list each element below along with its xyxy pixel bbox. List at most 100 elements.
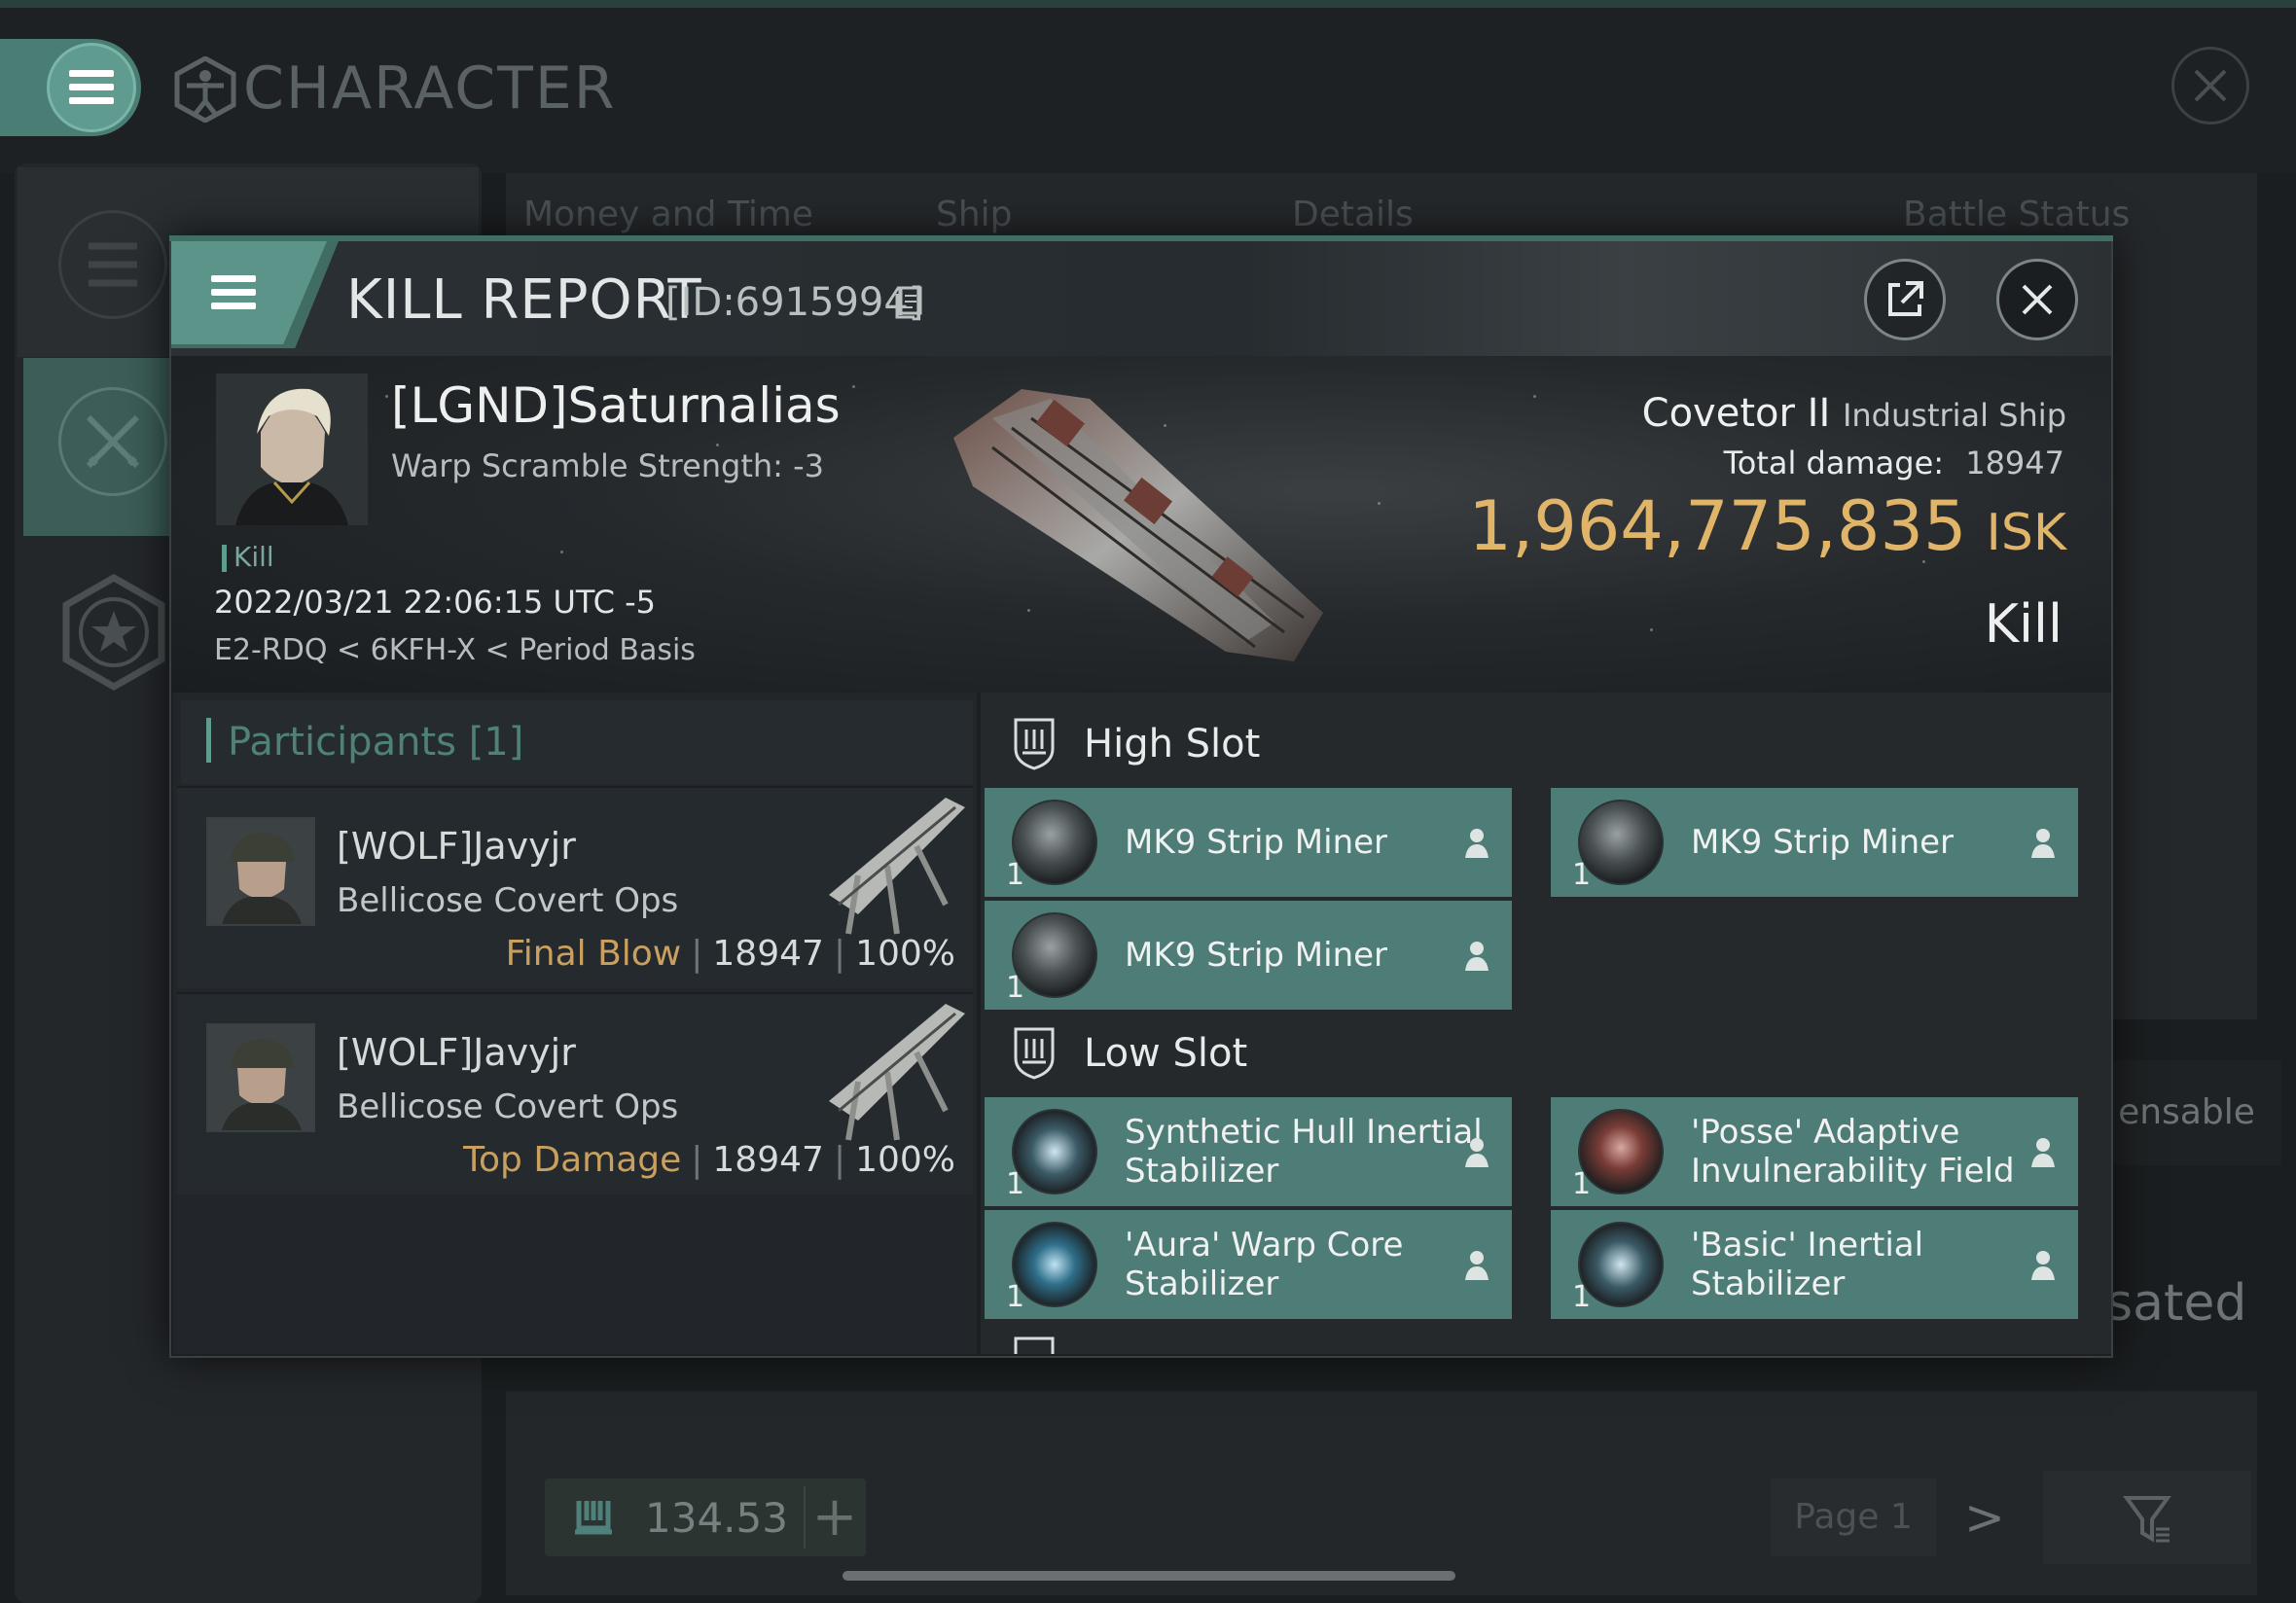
module-quantity: 1: [1572, 1167, 1592, 1201]
star-badge-icon[interactable]: [60, 574, 167, 691]
main-menu-button[interactable]: [47, 43, 136, 132]
module-quantity: 1: [1572, 858, 1592, 892]
rail-item-list[interactable]: [58, 210, 167, 319]
add-button[interactable]: +: [804, 1486, 864, 1549]
hamburger-icon: [211, 275, 256, 310]
participant-percent: 100%: [855, 934, 955, 974]
module-name-line2: Stabilizer: [1125, 1265, 1279, 1303]
module-name: MK9 Strip Miner: [1125, 936, 1388, 975]
close-icon: [2194, 69, 2227, 102]
module-name: 'Aura' Warp Core: [1125, 1226, 1404, 1265]
participant-role: Top Damage: [463, 1140, 682, 1180]
fleet-icon: [575, 1501, 612, 1535]
page-indicator: Page 1: [1771, 1478, 1936, 1556]
low-slot-label: Low Slot: [1084, 1031, 1248, 1076]
copy-icon[interactable]: [895, 286, 922, 319]
module-item[interactable]: 1 MK9 Strip Miner: [985, 901, 1512, 1010]
module-quantity: 1: [1006, 858, 1025, 892]
module-item[interactable]: 1 MK9 Strip Miner: [1551, 788, 2078, 897]
module-quantity: 1: [1006, 1167, 1025, 1201]
participant-row[interactable]: [WOLF]Javyjr Bellicose Covert Ops Final …: [177, 786, 973, 988]
person-icon: [2031, 1138, 2055, 1167]
total-damage-label: Total damage:: [1723, 445, 1945, 481]
ship-name[interactable]: Covetor II: [1642, 391, 1831, 436]
person-icon: [1465, 942, 1489, 971]
kill-result: Kill: [1984, 593, 2063, 655]
participants-title: Participants [1]: [228, 720, 523, 765]
strip-miner-icon: [1578, 800, 1664, 885]
participant-portrait: [208, 1025, 313, 1130]
kill-tag: Kill: [233, 541, 274, 573]
filter-icon: [2123, 1496, 2171, 1543]
next-page-button[interactable]: >: [1955, 1483, 2014, 1551]
kill-datetime: 2022/03/21 22:06:15 UTC -5: [214, 584, 657, 621]
module-quantity: 1: [1006, 1280, 1025, 1314]
strip-miner-icon: [1012, 912, 1097, 998]
person-icon: [1465, 1138, 1489, 1167]
kill-tag-marker: [222, 545, 227, 572]
victim-name[interactable]: [LGND]Saturnalias: [391, 377, 841, 434]
participant-ship-image: [829, 1004, 965, 1141]
person-icon: [2031, 829, 2055, 858]
tab-ship[interactable]: Ship: [936, 195, 1013, 234]
kill-id: [ID:6915994]: [665, 280, 924, 325]
participant-damage: 18947: [712, 934, 824, 974]
victim-portrait[interactable]: [216, 374, 368, 525]
module-name: MK9 Strip Miner: [1691, 823, 1955, 862]
tab-money-and-time[interactable]: Money and Time: [523, 195, 813, 234]
tab-battle-status[interactable]: Battle Status: [1903, 195, 2130, 234]
module-item[interactable]: 1 Synthetic Hull Inertial Stabilizer: [985, 1097, 1512, 1206]
participant-percent: 100%: [855, 1140, 955, 1180]
filter-button[interactable]: [2043, 1471, 2251, 1564]
module-item[interactable]: 1 'Posse' Adaptive Invulnerability Field: [1551, 1097, 2078, 1206]
app-close-button[interactable]: [2171, 47, 2249, 125]
participant-row[interactable]: [WOLF]Javyjr Bellicose Covert Ops Top Da…: [177, 992, 973, 1194]
close-button[interactable]: [1996, 259, 2078, 340]
module-name: MK9 Strip Miner: [1125, 823, 1388, 862]
participants-marker: [206, 718, 211, 763]
module-item[interactable]: 1 'Basic' Inertial Stabilizer: [1551, 1210, 2078, 1319]
share-button[interactable]: [1864, 259, 1946, 340]
isk-unit: ISK: [1986, 504, 2066, 562]
compensated-label: sated: [2106, 1274, 2247, 1333]
inertial-stabilizer-icon: [1012, 1109, 1097, 1194]
module-item[interactable]: 1 'Aura' Warp Core Stabilizer: [985, 1210, 1512, 1319]
tab-details[interactable]: Details: [1292, 195, 1414, 234]
strip-miner-icon: [1012, 800, 1097, 885]
mid-slot-icon: [1014, 1336, 1055, 1354]
participant-name[interactable]: [WOLF]Javyjr: [337, 825, 576, 868]
page-title: CHARACTER: [243, 54, 617, 123]
modal-title: KILL REPORT: [346, 268, 702, 332]
fuel-value: 134.53: [645, 1494, 788, 1542]
total-damage-value: 18947: [1965, 445, 2064, 481]
module-name-line2: Stabilizer: [1125, 1152, 1279, 1191]
avatar: [206, 1023, 315, 1132]
participant-stats: Final Blow | 18947 | 100%: [505, 934, 955, 974]
avatar: [206, 817, 315, 926]
participants-count: [1]: [468, 720, 524, 765]
ship-class: Industrial Ship: [1842, 397, 2066, 434]
warp-scramble-strength: Warp Scramble Strength: -3: [391, 447, 825, 484]
home-indicator: [843, 1571, 1455, 1581]
modal-top-accent: [169, 235, 2113, 241]
crossed-swords-icon: [86, 414, 140, 469]
participant-ship: Bellicose Covert Ops: [337, 881, 679, 920]
participant-portrait: [208, 819, 313, 924]
module-name-line2: Invulnerability Field: [1691, 1152, 2015, 1191]
participant-damage: 18947: [712, 1140, 824, 1180]
dispensable-label: ensable: [2092, 1060, 2281, 1165]
rail-item-combat[interactable]: [58, 387, 167, 496]
avatar: [216, 374, 368, 525]
module-quantity: 1: [1572, 1280, 1592, 1314]
participant-name[interactable]: [WOLF]Javyjr: [337, 1031, 576, 1074]
isk-amount: 1,964,775,835: [1468, 486, 1967, 566]
close-icon: [2022, 284, 2053, 315]
participant-role: Final Blow: [505, 934, 682, 974]
participant-stats: Top Damage | 18947 | 100%: [463, 1140, 955, 1180]
invulnerability-field-icon: [1578, 1109, 1664, 1194]
kill-location[interactable]: E2-RDQ < 6KFH-X < Period Basis: [214, 633, 696, 667]
module-name: 'Basic' Inertial: [1691, 1226, 1924, 1265]
vitruvian-man-icon: [174, 56, 236, 123]
hamburger-icon: [69, 70, 114, 105]
module-item[interactable]: 1 MK9 Strip Miner: [985, 788, 1512, 897]
